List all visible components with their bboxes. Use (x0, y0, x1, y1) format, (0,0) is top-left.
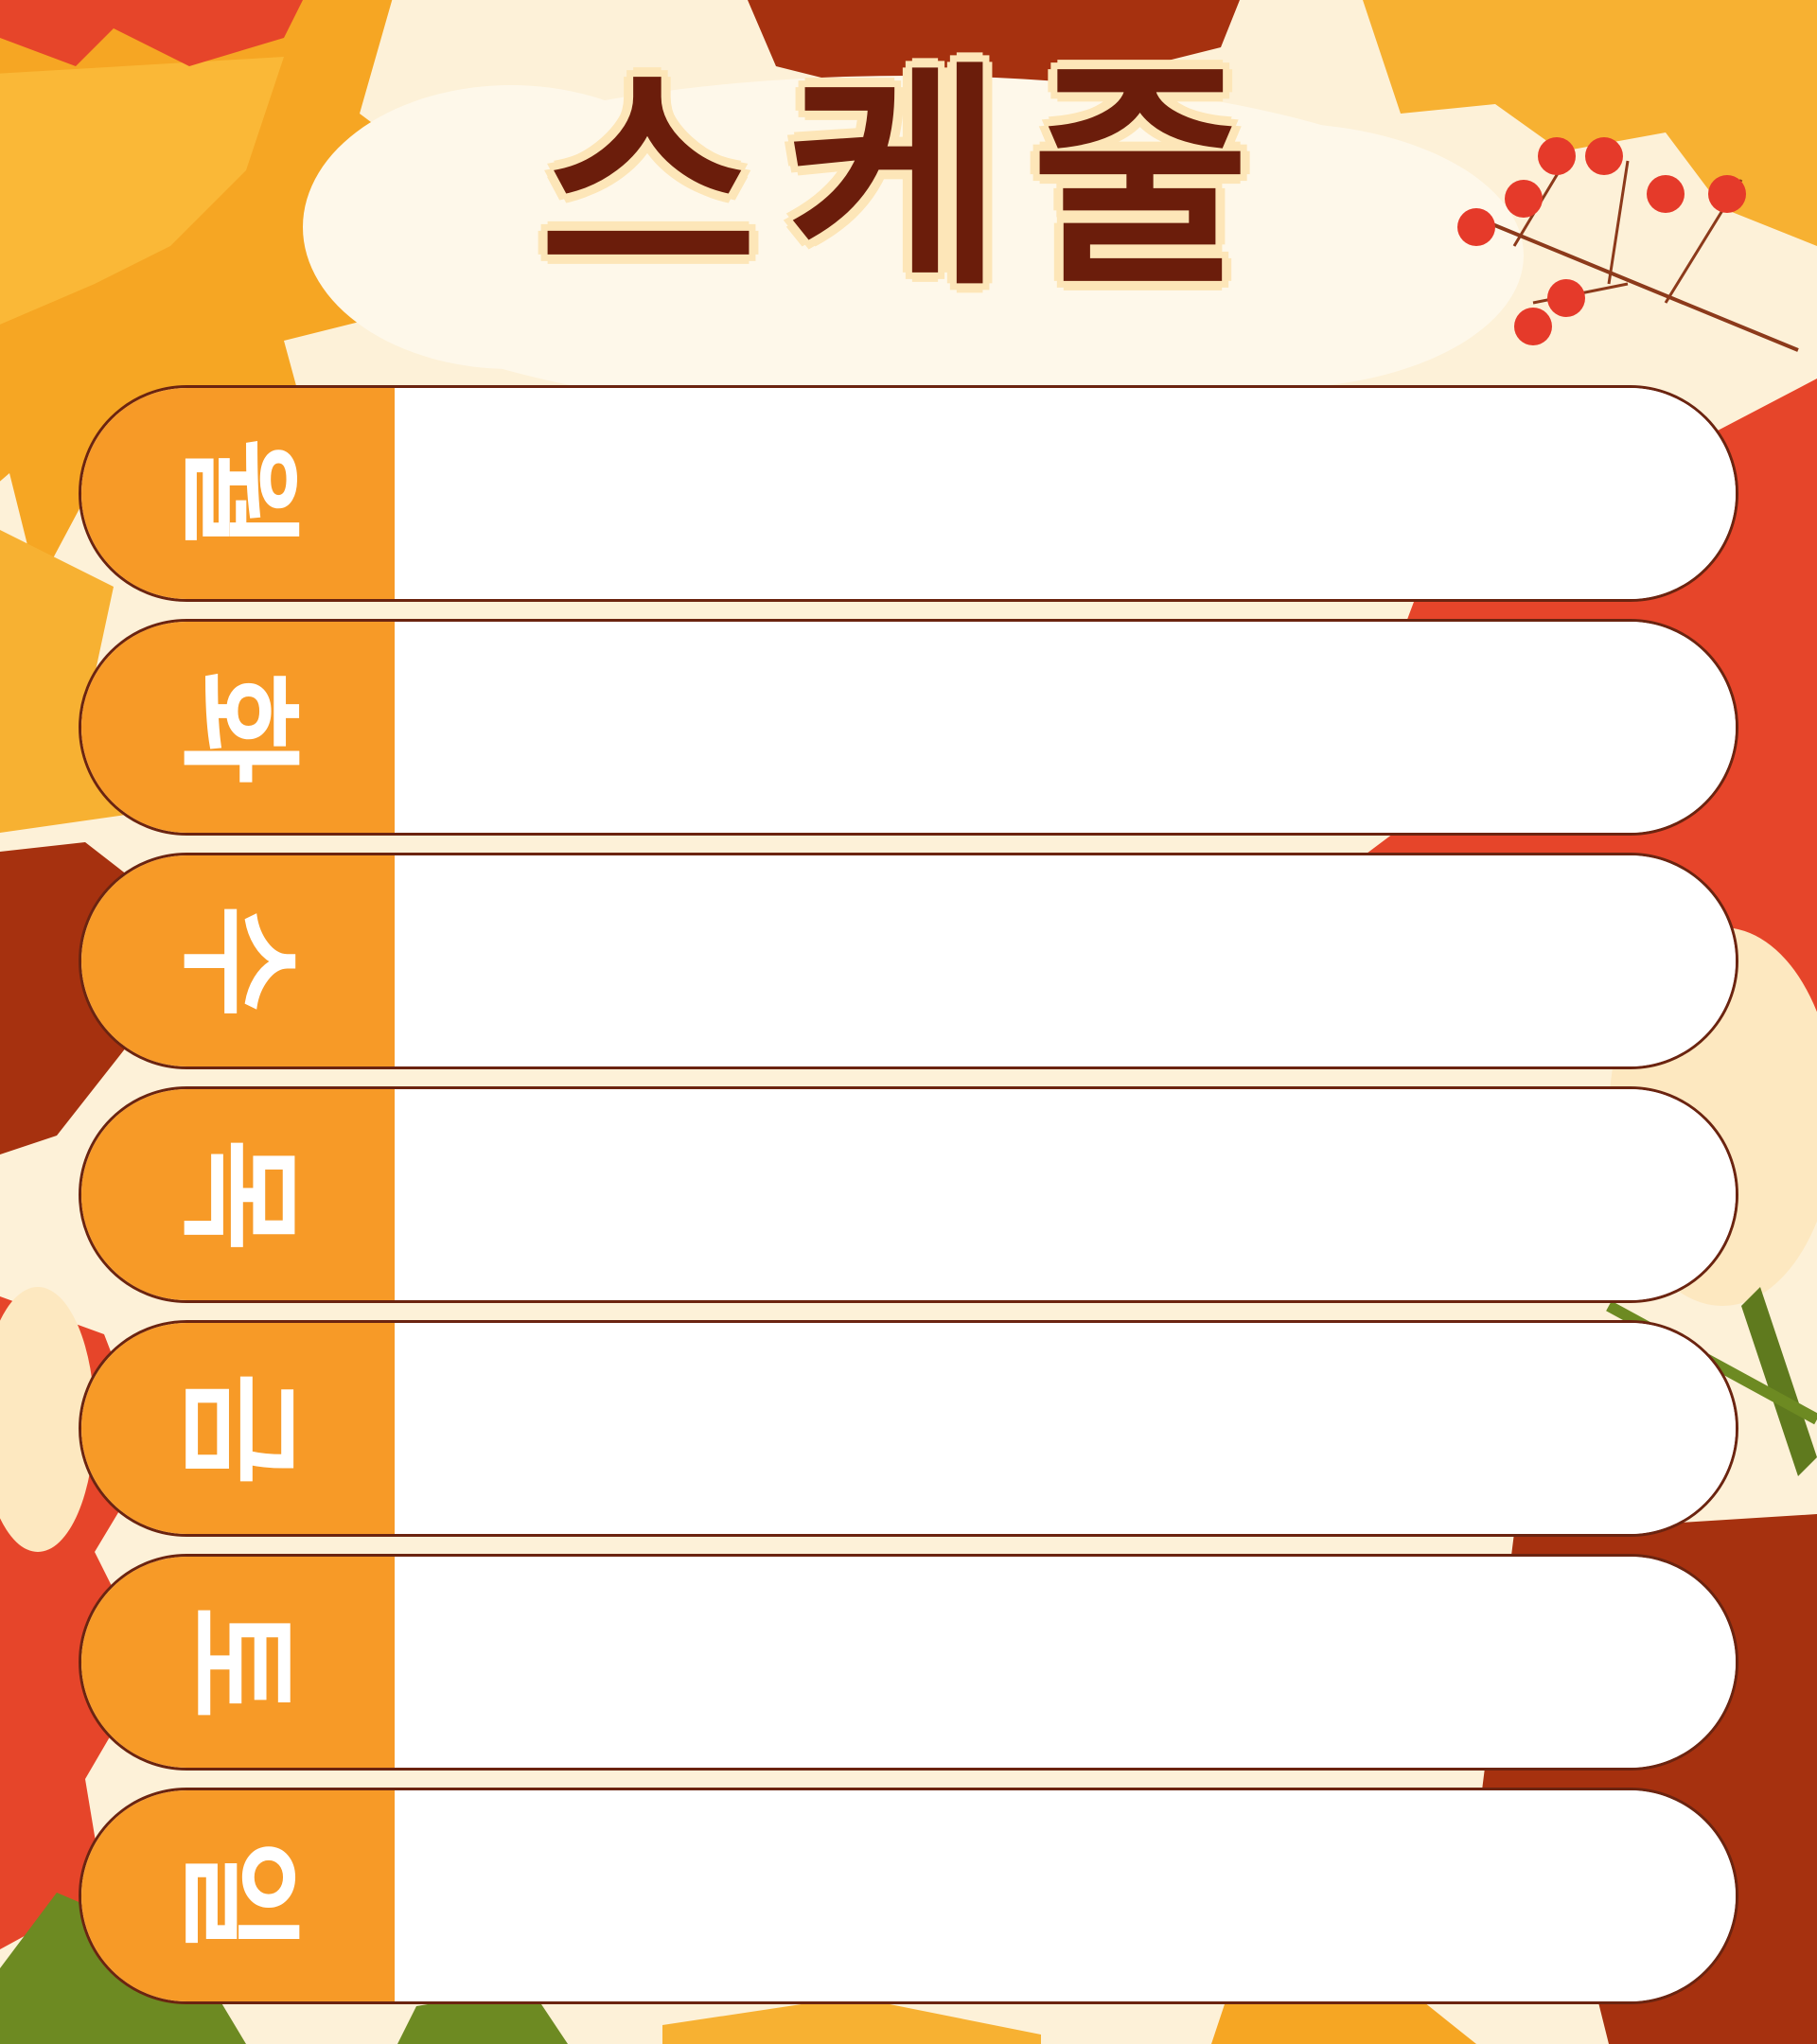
day-tab-saturday: 토 (81, 1557, 395, 1768)
schedule-entry-thursday[interactable] (395, 1089, 1736, 1300)
schedule-entry-monday[interactable] (395, 388, 1736, 599)
schedule-entry-friday[interactable] (395, 1323, 1736, 1534)
day-tab-thursday: 목 (81, 1089, 395, 1300)
day-label: 목 (166, 1137, 310, 1252)
day-tab-wednesday: 수 (81, 855, 395, 1066)
schedule-row-sunday: 일 (79, 1788, 1738, 2004)
day-tab-tuesday: 화 (81, 622, 395, 833)
day-label: 일 (166, 1839, 310, 1953)
weekly-schedule: 월 화 수 목 금 토 일 (79, 385, 1738, 2021)
schedule-row-saturday: 토 (79, 1554, 1738, 1771)
day-label: 화 (166, 670, 310, 784)
day-tab-monday: 월 (81, 388, 395, 599)
schedule-row-friday: 금 (79, 1320, 1738, 1537)
schedule-row-thursday: 목 (79, 1086, 1738, 1303)
schedule-entry-wednesday[interactable] (395, 855, 1736, 1066)
day-label: 금 (166, 1371, 310, 1486)
schedule-entry-tuesday[interactable] (395, 622, 1736, 833)
day-tab-friday: 금 (81, 1323, 395, 1534)
day-label: 수 (166, 904, 310, 1018)
schedule-entry-saturday[interactable] (395, 1557, 1736, 1768)
schedule-row-wednesday: 수 (79, 853, 1738, 1069)
schedule-row-tuesday: 화 (79, 619, 1738, 836)
day-label: 월 (166, 436, 310, 551)
schedule-entry-sunday[interactable] (395, 1790, 1736, 2001)
day-tab-sunday: 일 (81, 1790, 395, 2001)
schedule-row-monday: 월 (79, 385, 1738, 602)
page-title: 스케줄 (539, 42, 1278, 317)
day-label: 토 (166, 1605, 310, 1719)
